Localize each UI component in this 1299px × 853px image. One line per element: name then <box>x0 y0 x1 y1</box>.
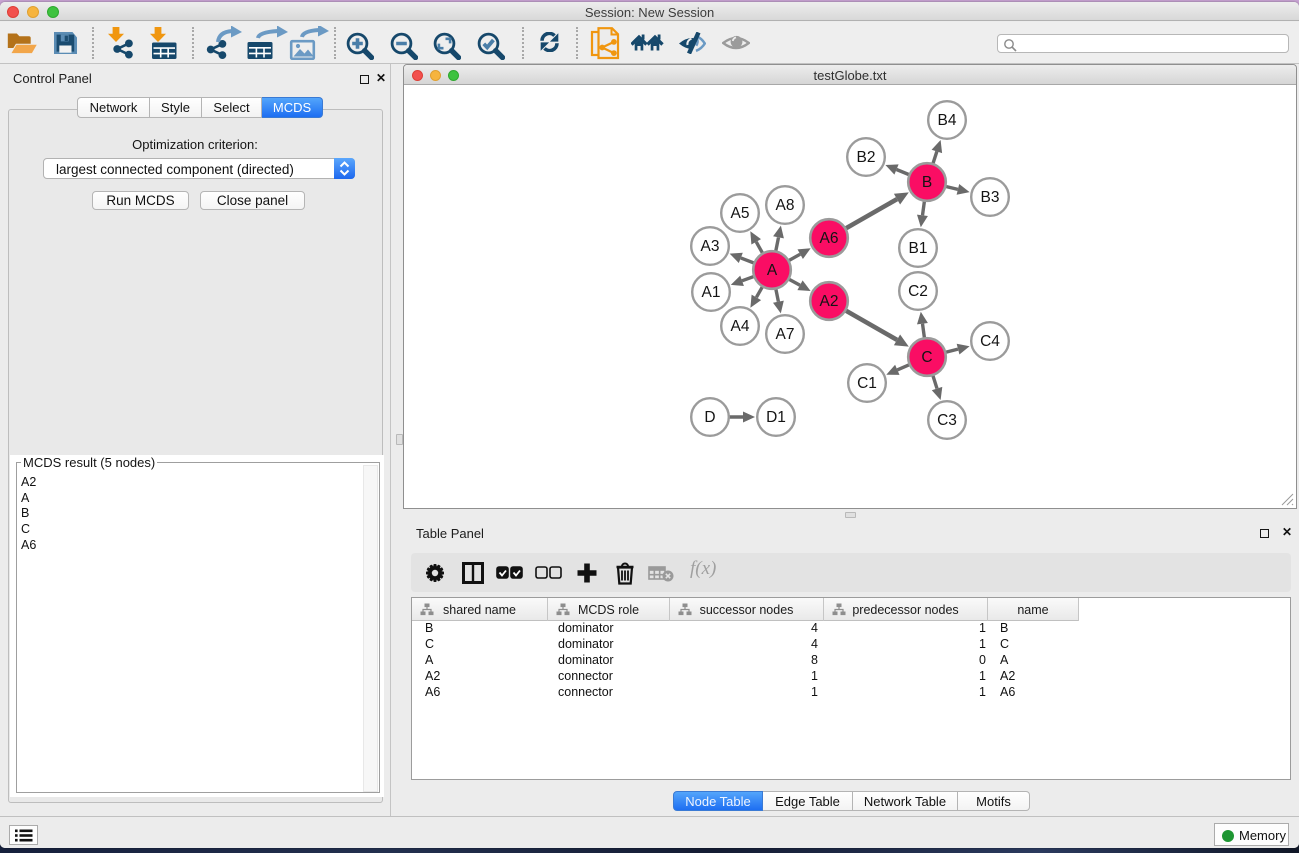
svg-text:A5: A5 <box>731 205 750 222</box>
svg-text:A2: A2 <box>820 293 839 310</box>
svg-text:D: D <box>704 409 715 426</box>
svg-text:A1: A1 <box>702 284 721 301</box>
svg-text:D1: D1 <box>766 409 786 426</box>
svg-text:A6: A6 <box>820 230 839 247</box>
svg-text:C4: C4 <box>980 333 1000 350</box>
svg-text:C2: C2 <box>908 283 928 300</box>
svg-text:B1: B1 <box>909 240 928 257</box>
svg-text:B2: B2 <box>857 149 876 166</box>
svg-text:A7: A7 <box>776 326 795 343</box>
svg-text:A: A <box>767 262 778 279</box>
svg-text:A8: A8 <box>776 197 795 214</box>
svg-text:B3: B3 <box>981 189 1000 206</box>
svg-text:C3: C3 <box>937 412 957 429</box>
svg-text:B: B <box>922 174 932 191</box>
svg-text:C1: C1 <box>857 375 877 392</box>
svg-text:A4: A4 <box>731 318 750 335</box>
svg-text:B4: B4 <box>938 112 957 129</box>
svg-text:C: C <box>921 349 932 366</box>
svg-text:A3: A3 <box>701 238 720 255</box>
